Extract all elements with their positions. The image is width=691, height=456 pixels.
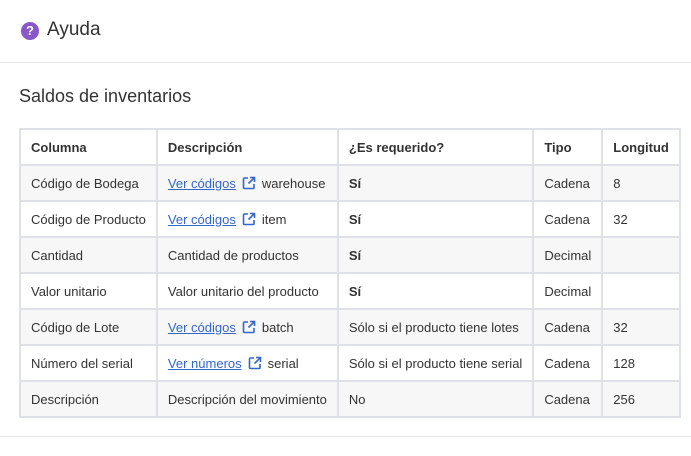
external-link-icon[interactable] bbox=[248, 356, 262, 370]
table-row: Valor unitario Valor unitario del product… bbox=[19, 272, 681, 310]
cell-requerido: Sólo si el producto tiene lotes bbox=[336, 308, 535, 346]
external-link-icon[interactable] bbox=[242, 176, 256, 190]
cell-tipo: Cadena bbox=[532, 344, 604, 382]
cell-columna: Número del serial bbox=[19, 344, 158, 382]
cell-longitud bbox=[601, 272, 681, 310]
table-header-row: Columna Descripción ¿Es requerido? Tipo … bbox=[19, 128, 681, 166]
header-longitud: Longitud bbox=[601, 128, 681, 166]
cell-requerido: Sí bbox=[336, 164, 535, 202]
cell-longitud: 32 bbox=[601, 308, 681, 346]
cell-descripcion: Ver códigos batch bbox=[155, 308, 339, 346]
cell-longitud: 128 bbox=[601, 344, 681, 382]
view-codes-link[interactable]: Ver códigos bbox=[168, 212, 236, 227]
cell-descripcion: Ver números serial bbox=[155, 344, 339, 382]
section-title: Saldos de inventarios bbox=[19, 86, 192, 106]
cell-requerido: Sí bbox=[336, 236, 535, 274]
external-link-icon[interactable] bbox=[242, 212, 256, 226]
cell-descripcion: Cantidad de productos bbox=[155, 236, 339, 274]
cell-columna: Código de Bodega bbox=[19, 164, 158, 202]
cell-longitud bbox=[601, 236, 681, 274]
header-requerido: ¿Es requerido? bbox=[336, 128, 535, 166]
cell-tipo: Cadena bbox=[532, 164, 604, 202]
question-circle-icon: ? bbox=[21, 22, 39, 40]
cell-tipo: Decimal bbox=[532, 236, 604, 274]
cell-longitud: 256 bbox=[601, 380, 681, 418]
cell-tipo: Decimal bbox=[532, 272, 604, 310]
field-name: serial bbox=[267, 355, 299, 371]
cell-longitud: 8 bbox=[601, 164, 681, 202]
table-row: Código de Lote Ver códigos batch Sólo si el… bbox=[19, 308, 681, 346]
cell-requerido: Sí bbox=[336, 272, 535, 310]
cell-requerido: No bbox=[336, 380, 535, 418]
cell-columna: Cantidad bbox=[19, 236, 158, 274]
cell-descripcion: Descripción del movimiento bbox=[155, 380, 339, 418]
field-name: item bbox=[261, 211, 287, 227]
modal-footer-divider bbox=[0, 436, 691, 437]
table-row: Descripción Descripción del movimiento No C… bbox=[19, 380, 681, 418]
header-descripcion: Descripción bbox=[155, 128, 339, 166]
modal-title: Ayuda bbox=[47, 19, 101, 40]
field-name: batch bbox=[261, 319, 294, 335]
table-row: Cantidad Cantidad de productos Sí Decimal bbox=[19, 236, 681, 274]
cell-tipo: Cadena bbox=[532, 380, 604, 418]
view-codes-link[interactable]: Ver números bbox=[168, 356, 242, 371]
cell-columna: Descripción bbox=[19, 380, 158, 418]
cell-requerido: Sólo si el producto tiene serial bbox=[336, 344, 535, 382]
cell-descripcion: Valor unitario del producto bbox=[155, 272, 339, 310]
table-body: Código de Bodega Ver códigos warehouse Sí Ca… bbox=[19, 164, 681, 418]
columns-table: Columna Descripción ¿Es requerido? Tipo … bbox=[19, 128, 681, 418]
table-row: Código de Producto Ver códigos item Sí Caden… bbox=[19, 200, 681, 238]
modal-header: ? Ayuda bbox=[0, 0, 691, 63]
description-text: Valor unitario del producto bbox=[167, 283, 319, 299]
cell-longitud: 32 bbox=[601, 200, 681, 238]
description-text: Cantidad de productos bbox=[167, 247, 299, 263]
cell-tipo: Cadena bbox=[532, 200, 604, 238]
cell-columna: Código de Producto bbox=[19, 200, 158, 238]
cell-requerido: Sí bbox=[336, 200, 535, 238]
external-link-icon[interactable] bbox=[242, 320, 256, 334]
field-name: warehouse bbox=[261, 175, 326, 191]
table-row: Código de Bodega Ver códigos warehouse Sí Ca… bbox=[19, 164, 681, 202]
view-codes-link[interactable]: Ver códigos bbox=[168, 176, 236, 191]
header-columna: Columna bbox=[19, 128, 158, 166]
view-codes-link[interactable]: Ver códigos bbox=[168, 320, 236, 335]
cell-descripcion: Ver códigos warehouse bbox=[155, 164, 339, 202]
cell-descripcion: Ver códigos item bbox=[155, 200, 339, 238]
description-text: Descripción del movimiento bbox=[167, 391, 327, 407]
table-row: Número del serial Ver números serial Sólo s… bbox=[19, 344, 681, 382]
header-tipo: Tipo bbox=[532, 128, 604, 166]
cell-columna: Código de Lote bbox=[19, 308, 158, 346]
cell-tipo: Cadena bbox=[532, 308, 604, 346]
cell-columna: Valor unitario bbox=[19, 272, 158, 310]
